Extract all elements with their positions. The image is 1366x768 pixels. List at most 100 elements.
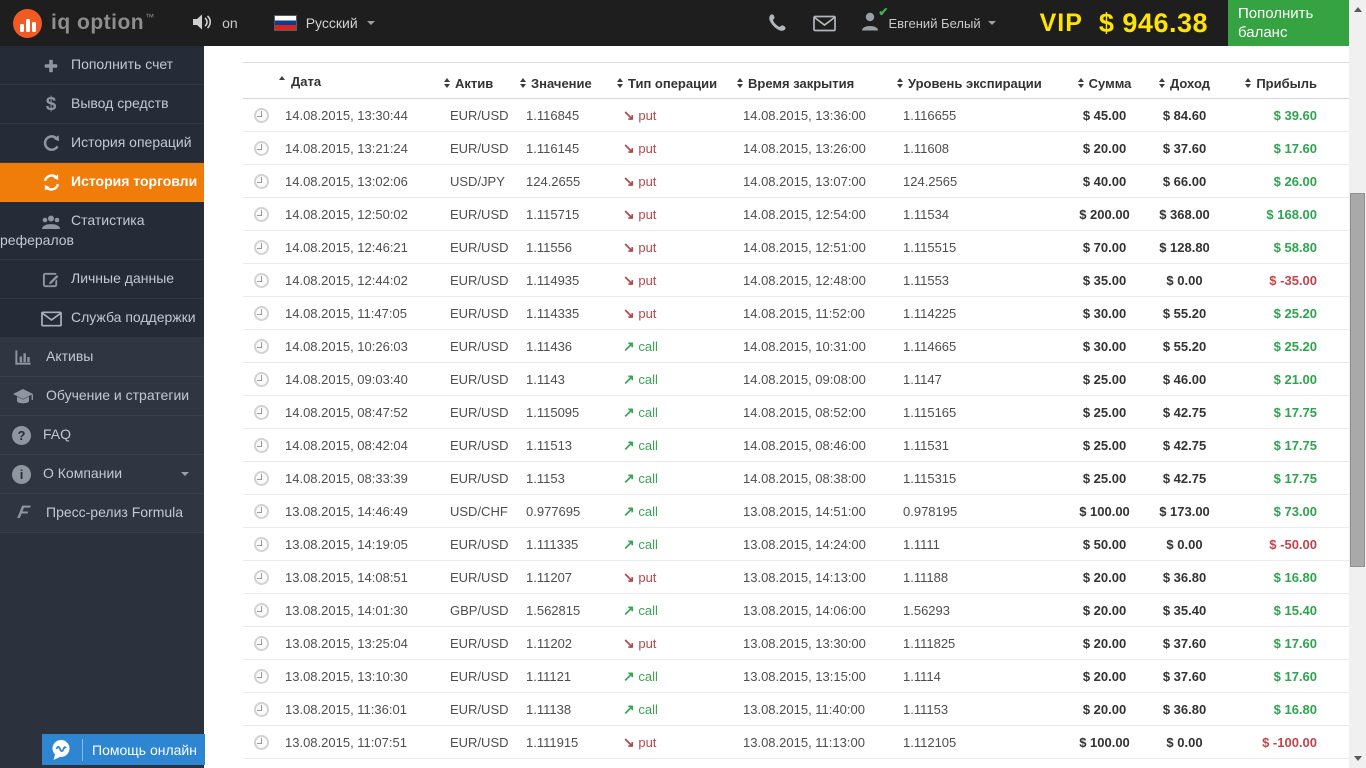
- cell-income: $ 37.60: [1142, 626, 1227, 660]
- table-row: 14.08.2015, 13:30:44 EUR/USD 1.116845 ↘ put…: [243, 98, 1349, 132]
- deposit-balance-button[interactable]: Пополнить баланс: [1228, 0, 1349, 46]
- sidebar-item-withdraw-funds[interactable]: $ Вывод средств: [0, 84, 204, 124]
- cell-profit: $ 16.80: [1227, 692, 1349, 726]
- iq-option-logo[interactable]: iq option ™: [13, 8, 154, 38]
- table-row: 14.08.2015, 08:47:52 EUR/USD 1.115095 ↗ cal…: [243, 395, 1349, 429]
- cell-amount: $ 25.00: [1067, 428, 1142, 462]
- arrow-down-right-icon: ↘: [623, 634, 635, 651]
- sidebar-item-trading-history[interactable]: История торговли: [0, 162, 204, 203]
- sidebar-item-personal-data[interactable]: Личные данные: [0, 260, 204, 300]
- scroll-down-arrow-icon[interactable]: [1353, 756, 1362, 761]
- cell-asset: GBP/USD: [444, 593, 520, 627]
- sidebar-item-education-strategies[interactable]: Обучение и стратегии: [0, 377, 204, 417]
- column-header-asset[interactable]: Актив: [444, 62, 520, 99]
- arrow-up-right-icon: ↗: [623, 667, 635, 684]
- cell-type: ↗ call: [617, 494, 737, 528]
- cell-date: 14.08.2015, 12:50:02: [279, 197, 444, 231]
- cell-amount: $ 25.00: [1067, 461, 1142, 495]
- cell-asset: EUR/USD: [444, 395, 520, 429]
- table-row: 13.08.2015, 11:07:51 EUR/USD 1.111915 ↘ put…: [243, 725, 1349, 759]
- column-header-close_time[interactable]: Время закрытия: [737, 62, 897, 99]
- sidebar-item-press-release-formula[interactable]: F Пресс-релиз Formula: [0, 493, 204, 534]
- sidebar-item-referral-statistics[interactable]: Статистика рефералов: [0, 202, 204, 261]
- help-online-button[interactable]: Помощь онлайн: [42, 734, 205, 765]
- cell-expiry-level: 1.11188: [897, 560, 1067, 594]
- cell-type: ↗ call: [617, 362, 737, 396]
- table-row: 14.08.2015, 12:46:21 EUR/USD 1.11556 ↘ put 1…: [243, 230, 1349, 264]
- cell-icon: [243, 659, 279, 693]
- sidebar-item-faq[interactable]: ? FAQ: [0, 416, 204, 455]
- column-header-type[interactable]: Тип операции: [617, 62, 737, 99]
- cell-expiry-level: 1.1111: [897, 527, 1067, 561]
- phone-icon[interactable]: [767, 13, 787, 33]
- sidebar-item-assets[interactable]: Активы: [0, 338, 204, 378]
- clock-icon: [253, 141, 269, 157]
- cell-close-time: 14.08.2015, 13:26:00: [737, 131, 897, 165]
- cell-expiry-level: 1.11153: [897, 692, 1067, 726]
- cell-amount: $ 25.00: [1067, 362, 1142, 396]
- sort-icon: [520, 78, 526, 89]
- user-menu[interactable]: ✔ Евгений Белый: [860, 5, 996, 36]
- cell-value: 1.11556: [520, 230, 617, 264]
- cell-asset: EUR/USD: [444, 560, 520, 594]
- cell-expiry-level: 1.11534: [897, 197, 1067, 231]
- cell-close-time: 14.08.2015, 11:52:00: [737, 296, 897, 330]
- cell-income: $ 84.60: [1142, 98, 1227, 132]
- cell-icon: [243, 395, 279, 429]
- cell-amount: $ 30.00: [1067, 296, 1142, 330]
- column-header-expiry_level[interactable]: Уровень экспирации: [897, 62, 1067, 99]
- cell-date: 14.08.2015, 12:46:21: [279, 230, 444, 264]
- clock-icon: [253, 669, 269, 685]
- sidebar-item-support-service[interactable]: Служба поддержки: [0, 299, 204, 339]
- cell-close-time: 13.08.2015, 11:40:00: [737, 692, 897, 726]
- sidebar-item-about-company[interactable]: i О Компании: [0, 454, 204, 494]
- cell-amount: $ 20.00: [1067, 131, 1142, 165]
- arrow-up-right-icon: ↗: [623, 700, 635, 717]
- arrow-up-right-icon: ↗: [623, 337, 635, 354]
- cell-date: 14.08.2015, 08:47:52: [279, 395, 444, 429]
- cell-type: ↘ put: [617, 725, 737, 759]
- column-header-income[interactable]: Доход: [1142, 62, 1227, 99]
- arrow-up-right-icon: ↗: [623, 436, 635, 453]
- sidebar-item-operations-history[interactable]: История операций: [0, 123, 204, 163]
- people-icon: [40, 212, 62, 231]
- cell-expiry-level: 1.116655: [897, 98, 1067, 132]
- cell-type: ↘ put: [617, 131, 737, 165]
- scrollbar-thumb[interactable]: [1350, 193, 1365, 567]
- cell-asset: EUR/USD: [444, 230, 520, 264]
- cell-type: ↗ call: [617, 659, 737, 693]
- sidebar-item-label: Личные данные: [71, 270, 175, 287]
- column-header-profit[interactable]: Прибыль: [1227, 62, 1349, 99]
- table-row: 13.08.2015, 14:46:49 USD/CHF 0.977695 ↗ cal…: [243, 494, 1349, 528]
- table-body: 14.08.2015, 13:30:44 EUR/USD 1.116845 ↘ put…: [243, 98, 1349, 759]
- column-header-amount[interactable]: Сумма: [1067, 62, 1142, 99]
- cell-expiry-level: 124.2565: [897, 164, 1067, 198]
- cell-amount: $ 45.00: [1067, 98, 1142, 132]
- cell-asset: EUR/USD: [444, 461, 520, 495]
- clock-icon: [253, 240, 269, 256]
- sidebar-item-label: О Компании: [43, 464, 123, 481]
- scroll-up-arrow-icon[interactable]: [1353, 7, 1362, 12]
- cell-asset: EUR/USD: [444, 197, 520, 231]
- cell-type: ↗ call: [617, 395, 737, 429]
- sort-icon: [1077, 78, 1084, 89]
- language-selector[interactable]: Русский: [273, 15, 375, 31]
- cell-value: 1.115095: [520, 395, 617, 429]
- sound-toggle[interactable]: on: [192, 13, 238, 34]
- cell-date: 14.08.2015, 09:03:40: [279, 362, 444, 396]
- cell-date: 13.08.2015, 13:10:30: [279, 659, 444, 693]
- cell-value: 1.562815: [520, 593, 617, 627]
- cell-income: $ 0.00: [1142, 263, 1227, 297]
- column-header-value[interactable]: Значение: [520, 62, 617, 99]
- page-scrollbar[interactable]: [1349, 0, 1366, 768]
- cell-type: ↘ put: [617, 296, 737, 330]
- arrow-down-right-icon: ↘: [623, 568, 635, 585]
- column-header-date[interactable]: Дата: [279, 62, 444, 99]
- cell-close-time: 14.08.2015, 12:48:00: [737, 263, 897, 297]
- cell-profit: $ 168.00: [1227, 197, 1349, 231]
- mail-icon[interactable]: [813, 15, 837, 32]
- sidebar-item-deposit-account[interactable]: Пополнить счет: [0, 46, 204, 85]
- logo-icon: [13, 8, 42, 38]
- arrow-up-right-icon: ↗: [623, 469, 635, 486]
- cell-profit: $ 58.80: [1227, 230, 1349, 264]
